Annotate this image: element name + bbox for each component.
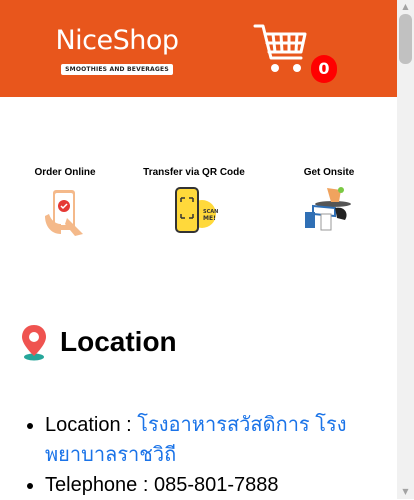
step-label: Get Onsite [303, 167, 355, 178]
site-header: NiceShop SMOOTHIES AND BEVERAGES 0 [0, 0, 397, 97]
shopping-cart-icon[interactable] [253, 22, 309, 78]
location-label: Location : [45, 414, 138, 436]
contact-info-list: Location : โรงอาหารสวัสดิการ โรงพยาบาลรา… [25, 410, 375, 500]
location-title: Location [60, 326, 177, 357]
telephone-value: 085-801-7888 [153, 474, 279, 496]
list-item-telephone: Telephone : 085-801-7888 [45, 470, 375, 500]
svg-text:ME!: ME! [203, 215, 216, 222]
brand-name: NiceShop [55, 25, 179, 56]
scroll-up-icon[interactable]: ▲ [397, 2, 414, 12]
brand-tagline: SMOOTHIES AND BEVERAGES [61, 64, 173, 75]
scroll-down-icon[interactable]: ▼ [397, 487, 414, 497]
phone-tap-icon [45, 190, 83, 236]
list-item-location: Location : โรงอาหารสวัสดิการ โรงพยาบาลรา… [45, 410, 375, 470]
location-heading: Location [20, 322, 177, 362]
brand-logo[interactable]: NiceShop SMOOTHIES AND BEVERAGES [50, 26, 184, 75]
cart-count-badge[interactable]: 0 [311, 55, 337, 83]
telephone-label: Telephone : [45, 474, 154, 496]
step-transfer-qr: Transfer via QR Code SCAN ME! [134, 166, 254, 240]
step-get-onsite: Get Onsite [269, 166, 389, 240]
scroll-thumb[interactable] [399, 14, 412, 64]
drink-serving-icon [305, 187, 351, 231]
map-pin-icon [22, 325, 46, 361]
step-order-online: Order Online [5, 166, 125, 240]
step-label: Order Online [34, 167, 96, 178]
step-label: Transfer via QR Code [143, 167, 245, 178]
qr-phone-icon: SCAN ME! [175, 187, 218, 233]
scrollbar[interactable]: ▲ ▼ [397, 0, 414, 499]
